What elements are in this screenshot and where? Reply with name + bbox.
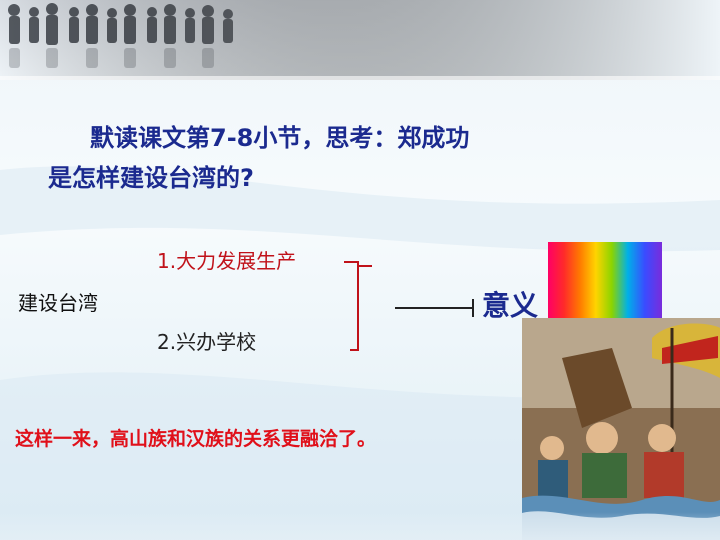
footer-fade [0, 512, 720, 540]
question-line-1: 默读课文第7-8小节，思考：郑成功 [90, 124, 470, 152]
right-bracket [344, 261, 372, 351]
slide: 默读课文第7-8小节，思考：郑成功 是怎样建设台湾的? 建设台湾 1.大力发展生… [0, 0, 720, 540]
conclusion-text: 这样一来，高山族和汉族的关系更融洽了。 [15, 428, 377, 450]
topic-label: 建设台湾 [18, 291, 98, 315]
measure-item-2: 2.兴办学校 [157, 330, 257, 354]
arrow-line [395, 299, 474, 317]
ship-illustration [522, 318, 720, 540]
question-text: 默读课文第7-8小节，思考：郑成功 是怎样建设台湾的? [48, 118, 628, 198]
measure-item-1: 1.大力发展生产 [157, 249, 297, 273]
question-line-2: 是怎样建设台湾的? [48, 164, 254, 192]
